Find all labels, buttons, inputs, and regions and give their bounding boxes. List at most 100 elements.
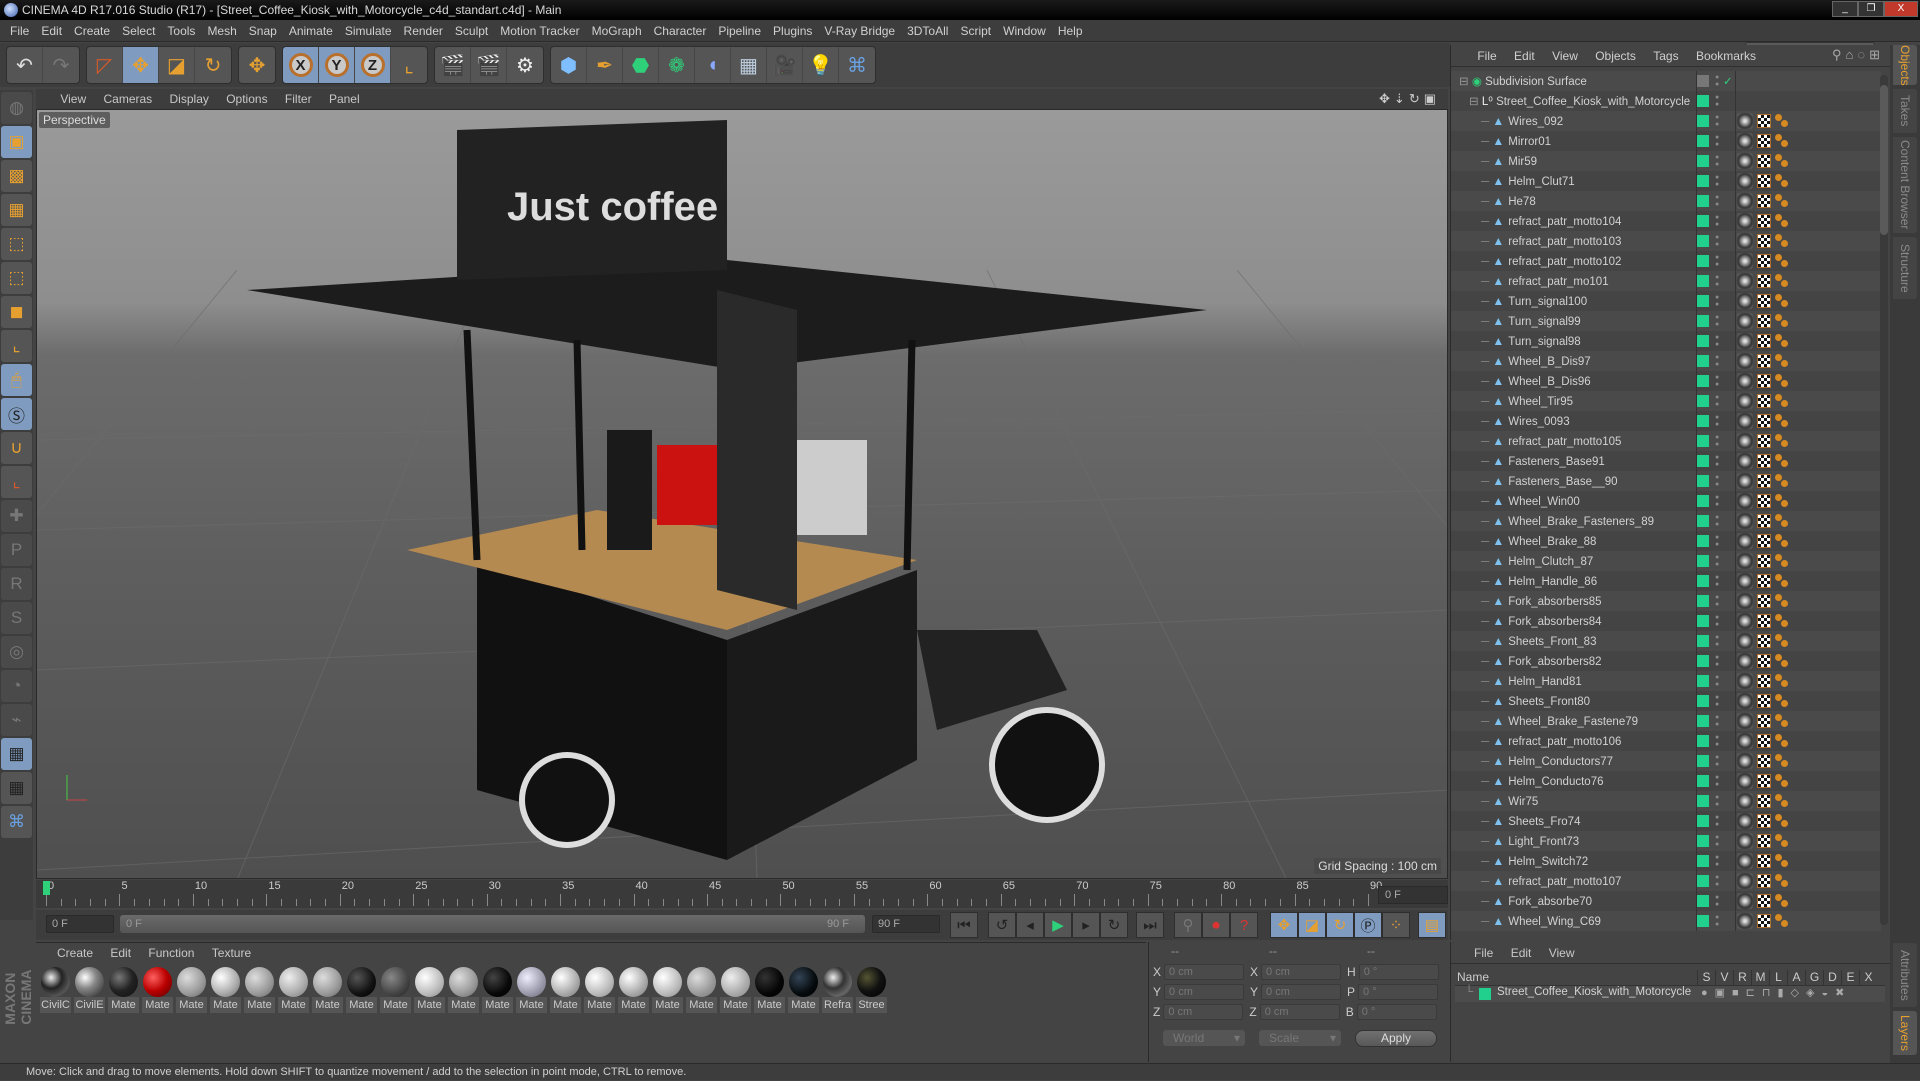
uvw-tag-icon[interactable] (1757, 814, 1771, 828)
material-selection-tag-icon[interactable] (1775, 114, 1789, 128)
object-row[interactable]: ─ ▲ Sheets_Front80 ● ● (1451, 691, 1881, 711)
uvw-tag-icon[interactable] (1757, 334, 1771, 348)
uvw-tag-icon[interactable] (1757, 834, 1771, 848)
layer-column-x[interactable]: X (1859, 970, 1877, 985)
object-row[interactable]: ─ ▲ Helm_Hand81 ● ● (1451, 671, 1881, 691)
uvw-tag-icon[interactable] (1757, 774, 1771, 788)
key-position-icon[interactable]: ✥ (1270, 912, 1298, 938)
locked-grid-icon[interactable]: ▦ (1, 738, 32, 770)
layer-swatch[interactable] (1697, 95, 1709, 107)
layer-swatch[interactable] (1697, 315, 1709, 327)
object-row[interactable]: ─ ▲ Wheel_Brake_88 ● ● (1451, 531, 1881, 551)
texture-tag-icon[interactable] (1737, 513, 1753, 529)
size-z-field[interactable]: 0 cm (1259, 1004, 1340, 1020)
layer-column-v[interactable]: V (1715, 970, 1733, 985)
size-mode-dropdown[interactable]: Scale (1259, 1030, 1341, 1046)
material-selection-tag-icon[interactable] (1775, 274, 1789, 288)
uvw-tag-icon[interactable] (1757, 554, 1771, 568)
material-swatch[interactable]: Mate (414, 967, 445, 1013)
object-row[interactable]: ─ ▲ Wheel_Brake_Fastene79 ● ● (1451, 711, 1881, 731)
material-selection-tag-icon[interactable] (1775, 774, 1789, 788)
soft-selection-icon[interactable]: ◎ (1, 636, 32, 668)
material-menu-create[interactable]: Create (50, 943, 100, 963)
objects-menu-view[interactable]: View (1545, 45, 1585, 67)
material-selection-tag-icon[interactable] (1775, 854, 1789, 868)
layer-swatch[interactable] (1697, 295, 1709, 307)
points-mode-icon[interactable]: ⬚ (1, 228, 32, 260)
material-swatch[interactable]: Mate (618, 967, 649, 1013)
material-selection-tag-icon[interactable] (1775, 534, 1789, 548)
layer-swatch[interactable] (1697, 195, 1709, 207)
position-x-field[interactable]: 0 cm (1164, 964, 1245, 980)
enabled-check-icon[interactable]: ✓ (1723, 74, 1733, 88)
light-icon[interactable]: 💡 (803, 47, 839, 83)
viewport-menu-panel[interactable]: Panel (322, 89, 367, 109)
material-selection-tag-icon[interactable] (1775, 174, 1789, 188)
object-row[interactable]: ─ ▲ Wires_0093 ● ● (1451, 411, 1881, 431)
layer-column-a[interactable]: A (1787, 970, 1805, 985)
texture-tag-icon[interactable] (1737, 873, 1753, 889)
layer-column-g[interactable]: G (1805, 970, 1823, 985)
layer-color-swatch[interactable] (1479, 988, 1491, 1000)
object-row[interactable]: ─ ▲ Sheets_Front_83 ● ● (1451, 631, 1881, 651)
model-mode-icon[interactable]: ▣ (1, 126, 32, 158)
layer-swatch[interactable] (1697, 635, 1709, 647)
material-selection-tag-icon[interactable] (1775, 214, 1789, 228)
uvw-tag-icon[interactable] (1757, 314, 1771, 328)
object-row[interactable]: ─ ▲ refract_patr_motto107 ● ● (1451, 871, 1881, 891)
uvw-tag-icon[interactable] (1757, 694, 1771, 708)
object-row[interactable]: ─ ▲ Wheel_B_Dis97 ● ● (1451, 351, 1881, 371)
close-button[interactable]: X (1884, 1, 1918, 17)
material-selection-tag-icon[interactable] (1775, 374, 1789, 388)
object-row-root[interactable]: ⊟ ◉ Subdivision Surface ● ● ✓ (1451, 71, 1881, 91)
tab-objects[interactable]: Objects (1893, 45, 1917, 86)
menu-select[interactable]: Select (116, 20, 161, 42)
material-swatch[interactable]: Mate (788, 967, 819, 1013)
objects-toolbar-icons[interactable]: ⚲⌂◌⊞ (1832, 47, 1884, 63)
rotation-b-field[interactable]: 0 ° (1356, 1004, 1437, 1020)
viewport-menu-options[interactable]: Options (219, 89, 274, 109)
object-row[interactable]: ─ ▲ Wheel_B_Dis96 ● ● (1451, 371, 1881, 391)
undo-icon[interactable]: ↶ (7, 47, 43, 83)
texture-tag-icon[interactable] (1737, 733, 1753, 749)
layer-swatch[interactable] (1697, 735, 1709, 747)
object-row[interactable]: ─ ▲ Fork_absorbers85 ● ● (1451, 591, 1881, 611)
layer-swatch[interactable] (1697, 655, 1709, 667)
object-row[interactable]: ─ ▲ Fork_absorbers82 ● ● (1451, 651, 1881, 671)
autokey-icon[interactable]: ⏺ (1202, 912, 1230, 938)
uvw-tag-icon[interactable] (1757, 514, 1771, 528)
material-swatch[interactable]: Mate (142, 967, 173, 1013)
material-selection-tag-icon[interactable] (1775, 554, 1789, 568)
uvw-tag-icon[interactable] (1757, 574, 1771, 588)
texture-tag-icon[interactable] (1737, 213, 1753, 229)
size-y-field[interactable]: 0 cm (1261, 984, 1342, 1000)
uvw-tag-icon[interactable] (1757, 374, 1771, 388)
object-row[interactable]: ─ ▲ Fork_absorbe70 ● ● (1451, 891, 1881, 911)
layer-swatch[interactable] (1697, 575, 1709, 587)
layer-swatch[interactable] (1697, 875, 1709, 887)
texture-tag-icon[interactable] (1737, 573, 1753, 589)
material-selection-tag-icon[interactable] (1775, 874, 1789, 888)
objects-menu-edit[interactable]: Edit (1507, 45, 1542, 67)
texture-tag-icon[interactable] (1737, 453, 1753, 469)
layers-menu-edit[interactable]: Edit (1504, 942, 1539, 964)
coordinate-system-icon[interactable]: ⌞ (391, 47, 427, 83)
grid-rotate-icon[interactable]: ▦ (1, 772, 32, 804)
texture-tag-icon[interactable] (1737, 113, 1753, 129)
object-row[interactable]: ─ ▲ Mirror01 ● ● (1451, 131, 1881, 151)
material-selection-tag-icon[interactable] (1775, 354, 1789, 368)
camera-icon[interactable]: 🎥 (767, 47, 803, 83)
texture-tag-icon[interactable] (1737, 433, 1753, 449)
uvw-tag-icon[interactable] (1757, 294, 1771, 308)
z-axis-icon[interactable]: Z (355, 47, 391, 83)
material-selection-tag-icon[interactable] (1775, 314, 1789, 328)
viewport-menu-cameras[interactable]: Cameras (96, 89, 159, 109)
layers-menu-view[interactable]: View (1542, 942, 1582, 964)
material-swatch[interactable]: Refra (822, 967, 853, 1013)
key-scale-icon[interactable]: ◪ (1298, 912, 1326, 938)
object-row[interactable]: ─ ▲ Wheel_Wing_C69 ● ● (1451, 911, 1881, 931)
uvw-tag-icon[interactable] (1757, 434, 1771, 448)
texture-tag-icon[interactable] (1737, 773, 1753, 789)
size-x-field[interactable]: 0 cm (1261, 964, 1342, 980)
material-swatch[interactable]: Mate (346, 967, 377, 1013)
